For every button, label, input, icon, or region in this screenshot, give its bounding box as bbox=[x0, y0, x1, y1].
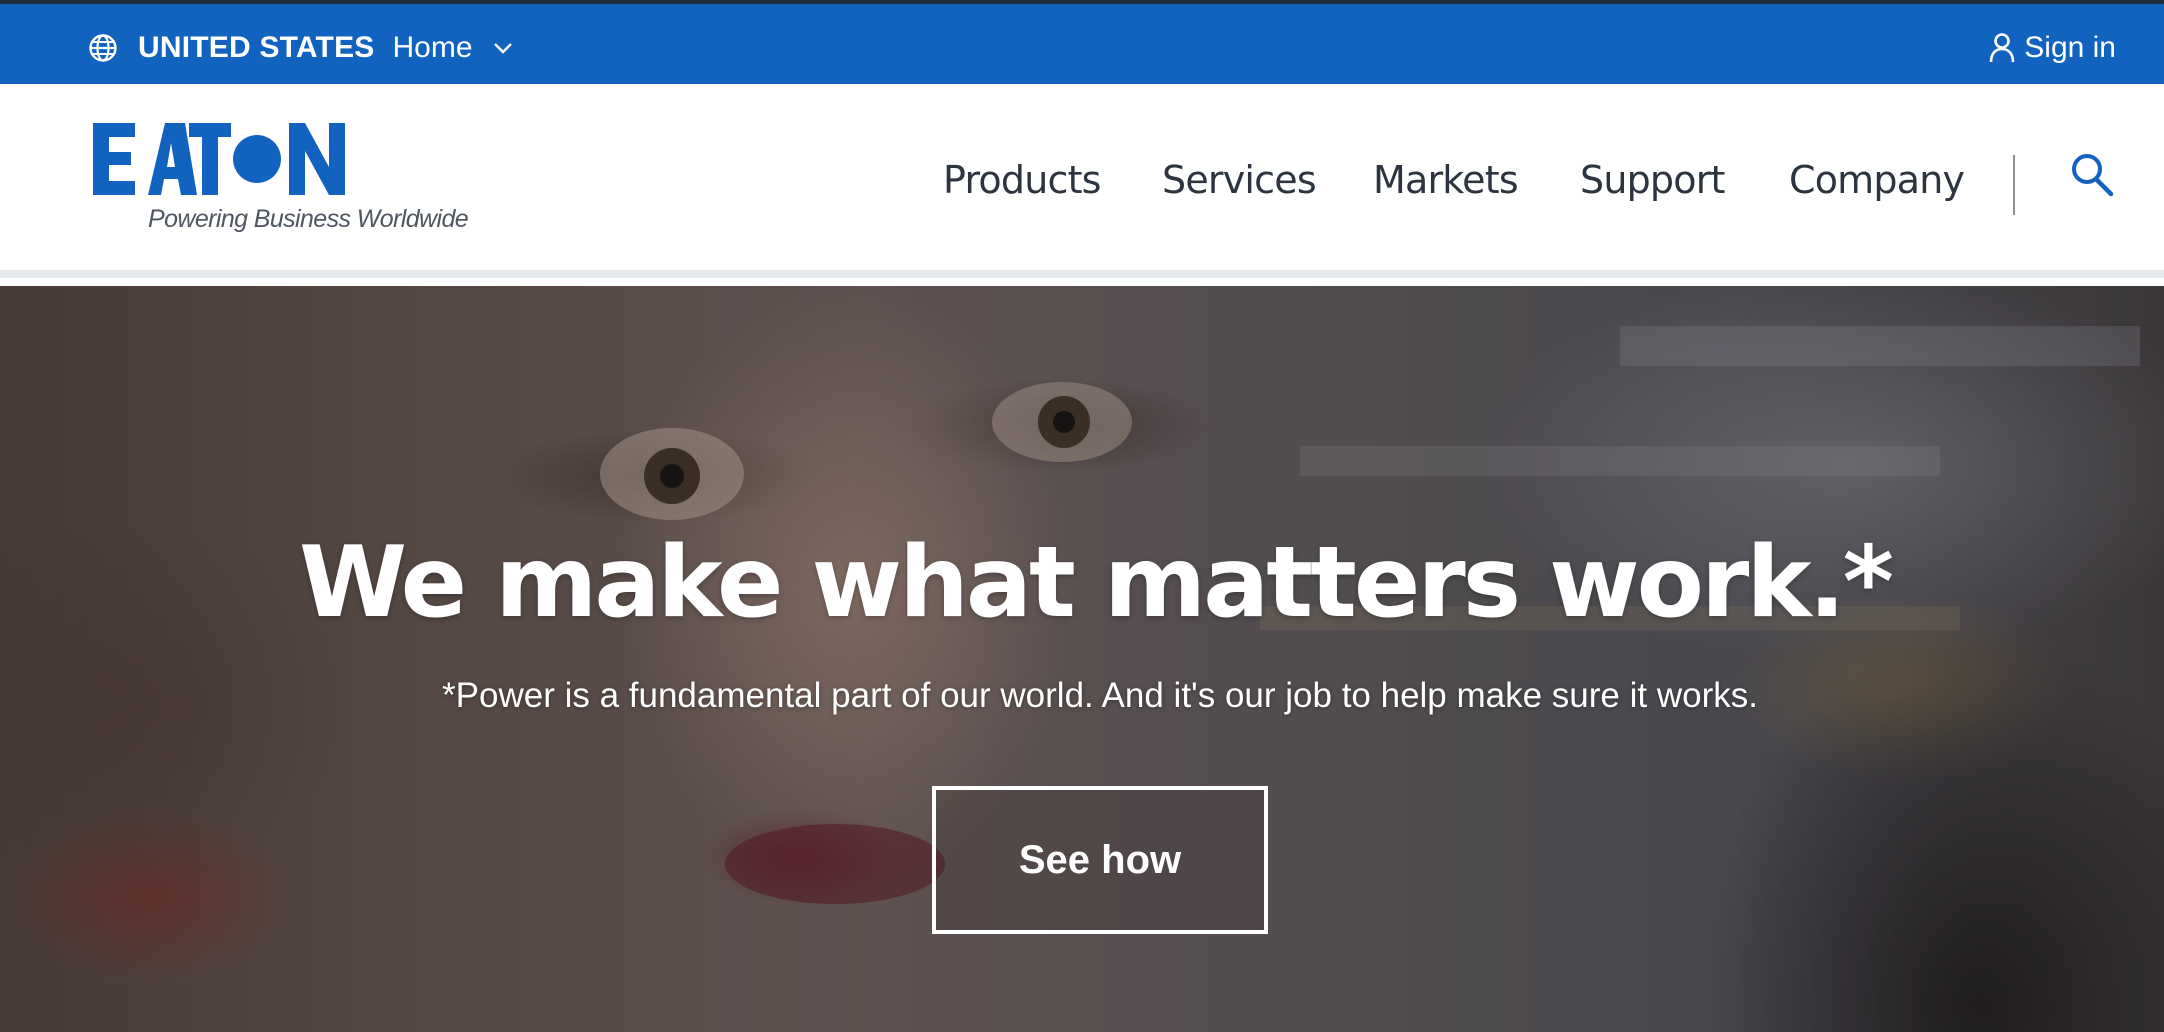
main-header: Powering Business Worldwide Products Ser… bbox=[0, 84, 2164, 278]
chevron-down-icon bbox=[493, 43, 512, 54]
search-icon bbox=[2072, 154, 2114, 197]
search-button[interactable] bbox=[2070, 152, 2114, 198]
user-icon bbox=[1989, 33, 2015, 63]
home-label: Home bbox=[392, 31, 473, 64]
see-how-label: See how bbox=[1018, 837, 1182, 882]
eaton-logo[interactable]: Powering Business Worldwide bbox=[93, 123, 469, 243]
hero-title: We make what matters work.* bbox=[299, 526, 1894, 640]
eaton-wordmark bbox=[93, 123, 345, 195]
see-how-button[interactable]: See how bbox=[932, 786, 1268, 934]
nav-markets[interactable]: Markets bbox=[1373, 158, 1519, 202]
nav-divider bbox=[2013, 155, 2015, 215]
logo-tagline: Powering Business Worldwide bbox=[148, 205, 469, 233]
sign-in-link[interactable]: Sign in bbox=[1988, 28, 2116, 68]
country-selector[interactable]: UNITED STATES Home bbox=[88, 28, 513, 68]
sign-in-label: Sign in bbox=[2024, 31, 2116, 64]
hero-banner: We make what matters work.* *Power is a … bbox=[0, 286, 2164, 1032]
nav-products[interactable]: Products bbox=[943, 158, 1101, 202]
nav-services[interactable]: Services bbox=[1162, 158, 1317, 202]
nav-support[interactable]: Support bbox=[1580, 158, 1725, 202]
nav-company[interactable]: Company bbox=[1789, 158, 1965, 202]
utility-bar: UNITED STATES Home Sign in bbox=[0, 0, 2164, 84]
globe-icon bbox=[89, 34, 117, 62]
hero-subtitle: *Power is a fundamental part of our worl… bbox=[442, 676, 1758, 715]
country-label: UNITED STATES bbox=[138, 31, 375, 64]
